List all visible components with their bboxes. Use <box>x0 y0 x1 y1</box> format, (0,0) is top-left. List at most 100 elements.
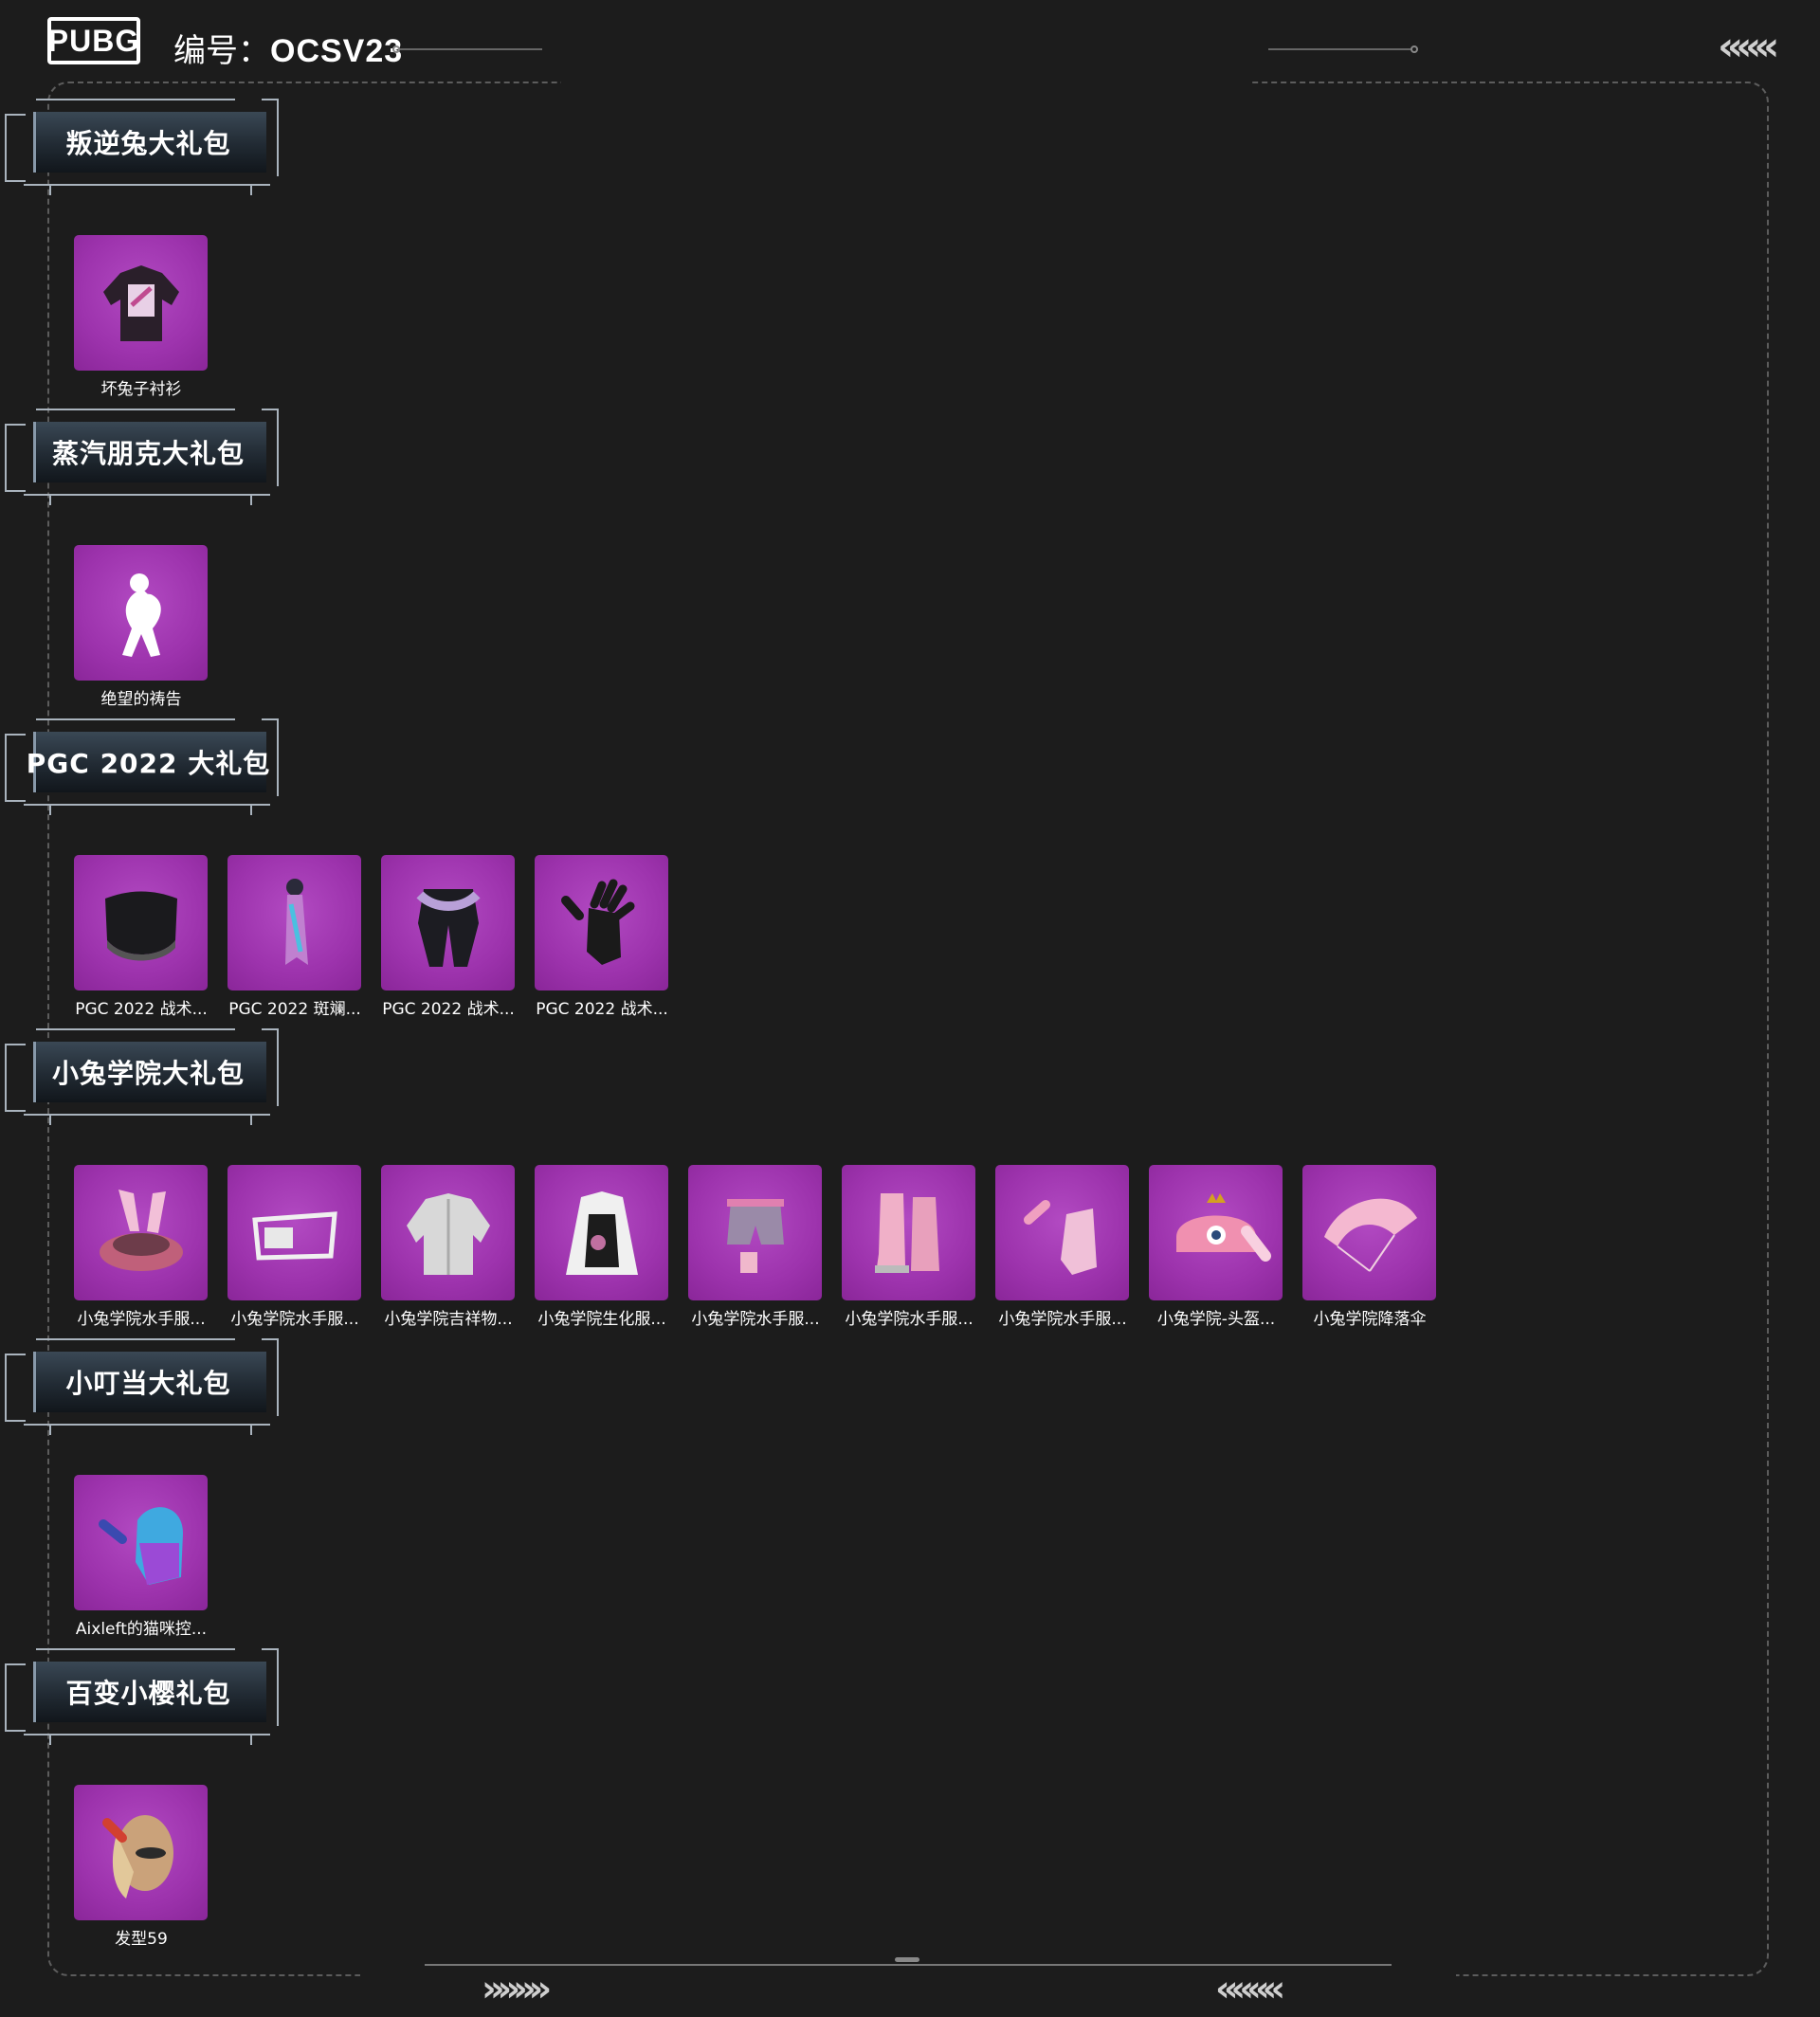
bundle-title: 小叮当大礼包 <box>65 1368 231 1399</box>
item-tile[interactable] <box>74 1785 208 1920</box>
item-card[interactable]: 坏兔子衬衫 <box>74 235 209 399</box>
item-tile[interactable] <box>381 1165 515 1300</box>
item-name: 小兔学院水手服... <box>998 1310 1127 1329</box>
item-card[interactable]: 小兔学院水手服... <box>74 1165 209 1329</box>
item-card[interactable]: 小兔学院生化服... <box>535 1165 669 1329</box>
boots-icon <box>874 1192 939 1273</box>
shorts-icon <box>726 1198 784 1273</box>
gloves-icon <box>560 879 634 965</box>
item-name: 小兔学院水手服... <box>77 1310 206 1329</box>
line-dot-right <box>1410 45 1418 53</box>
code-display: 编号：OCSV23 <box>173 25 403 71</box>
item-tile[interactable] <box>74 855 208 990</box>
item-name: 小兔学院水手服... <box>691 1310 820 1329</box>
item-name: 小兔学院水手服... <box>230 1310 359 1329</box>
item-tile[interactable] <box>535 1165 668 1300</box>
footer-line <box>425 1964 1392 1966</box>
emote-pose-icon <box>121 572 161 657</box>
item-name: 坏兔子衬衫 <box>100 380 182 399</box>
banner-bracket <box>5 114 26 182</box>
banner-bracket <box>49 804 252 815</box>
item-tile[interactable] <box>535 855 668 990</box>
item-name: PGC 2022 斑斓... <box>228 1000 361 1019</box>
bundle-title: 百变小樱礼包 <box>65 1678 231 1709</box>
item-tile[interactable] <box>381 855 515 990</box>
item-card[interactable]: 小兔学院水手服... <box>228 1165 362 1329</box>
banner-bracket <box>5 424 26 492</box>
bundle-section: 小兔学院大礼包小兔学院水手服... 小兔学院水手服... 小兔学院吉祥物... 小兔学… <box>0 1025 1820 1335</box>
item-card[interactable]: PGC 2022 战术... <box>74 855 209 1019</box>
item-tile[interactable] <box>1149 1165 1283 1300</box>
banner-bracket <box>36 409 235 410</box>
banner-bracket <box>36 99 235 100</box>
header-line-right <box>1268 48 1410 50</box>
forward-arrows-icon[interactable]: »»»» <box>482 1968 552 2009</box>
item-tile[interactable] <box>1302 1165 1436 1300</box>
back-arrows-icon[interactable]: ««« <box>1718 23 1779 69</box>
item-tile[interactable] <box>74 235 208 371</box>
item-card[interactable]: 小兔学院水手服... <box>688 1165 823 1329</box>
line-dot-left <box>392 45 400 53</box>
item-card[interactable]: PGC 2022 战术... <box>381 855 516 1019</box>
item-card[interactable]: 绝望的祷告 <box>74 545 209 709</box>
banner-bracket <box>49 494 252 505</box>
bundle-section: 蒸汽朋克大礼包绝望的祷告 <box>0 405 1820 715</box>
item-name: 发型59 <box>115 1930 168 1949</box>
item-name: 小兔学院降落伞 <box>1313 1310 1427 1329</box>
banner-bracket <box>49 1734 252 1745</box>
rewind-arrows-icon[interactable]: «««« <box>1215 1968 1285 2009</box>
banner-bracket <box>36 1338 235 1340</box>
item-name: 小兔学院-头盔... <box>1156 1310 1276 1329</box>
banner-bracket <box>36 1028 235 1030</box>
item-tile[interactable] <box>842 1165 975 1300</box>
banner-bracket <box>36 1648 235 1650</box>
frame-gap-top <box>561 76 1249 89</box>
item-tile[interactable] <box>688 1165 822 1300</box>
bundle-section: PGC 2022 大礼包 PGC 2022 战术... PGC 2022 斑斓...… <box>0 715 1820 1025</box>
item-card[interactable]: PGC 2022 斑斓... <box>228 855 362 1019</box>
bundle-title: PGC 2022 大礼包 <box>26 748 271 779</box>
item-card[interactable]: 小兔学院水手服... <box>995 1165 1130 1329</box>
item-card[interactable]: 发型59 <box>74 1785 209 1949</box>
cat-gloves-icon <box>98 1506 183 1585</box>
banner-bracket <box>5 1663 26 1732</box>
glasses-icon <box>251 1210 337 1261</box>
bundle-title: 叛逆兔大礼包 <box>65 128 231 159</box>
bundle-banner: 叛逆兔大礼包 <box>0 95 284 199</box>
item-card[interactable]: PGC 2022 战术... <box>535 855 669 1019</box>
item-tile[interactable] <box>74 545 208 681</box>
banner-bracket <box>49 1114 252 1125</box>
bundle-banner: 百变小樱礼包 <box>0 1644 284 1749</box>
item-card[interactable]: 小兔学院-头盔... <box>1149 1165 1283 1329</box>
banner-bracket <box>49 1424 252 1435</box>
gloves-pink-icon <box>1023 1199 1097 1275</box>
item-tile[interactable] <box>228 1165 361 1300</box>
item-tile[interactable] <box>995 1165 1129 1300</box>
item-tile[interactable] <box>74 1475 208 1610</box>
item-name: 小兔学院水手服... <box>845 1310 974 1329</box>
scroll-handle[interactable] <box>895 1957 919 1962</box>
item-tile[interactable] <box>228 855 361 990</box>
header-line-left <box>400 48 542 50</box>
item-name: 小兔学院生化服... <box>537 1310 666 1329</box>
banner-bracket <box>5 1044 26 1112</box>
item-name: PGC 2022 战术... <box>536 1000 668 1019</box>
item-name: Aixleft的猫咪控... <box>75 1620 208 1639</box>
jacket-icon <box>406 1192 490 1275</box>
item-tile[interactable] <box>74 1165 208 1300</box>
item-name: PGC 2022 战术... <box>75 1000 208 1019</box>
vest-icon <box>565 1190 638 1275</box>
bundle-title: 小兔学院大礼包 <box>51 1058 245 1089</box>
item-card[interactable]: 小兔学院吉祥物... <box>381 1165 516 1329</box>
pubg-logo: PUBG <box>47 17 140 64</box>
item-card[interactable]: Aixleft的猫咪控... <box>74 1475 209 1639</box>
parachute-icon <box>1323 1198 1417 1272</box>
bundle-title: 蒸汽朋克大礼包 <box>51 438 245 469</box>
item-card[interactable]: 小兔学院降落伞 <box>1302 1165 1437 1329</box>
item-name: PGC 2022 战术... <box>382 1000 515 1019</box>
code-label: 编号： <box>173 32 270 70</box>
banner-bracket <box>5 1354 26 1422</box>
bunny-helmet-icon <box>1175 1192 1271 1262</box>
item-card[interactable]: 小兔学院水手服... <box>842 1165 976 1329</box>
item-name: 小兔学院吉祥物... <box>384 1310 513 1329</box>
